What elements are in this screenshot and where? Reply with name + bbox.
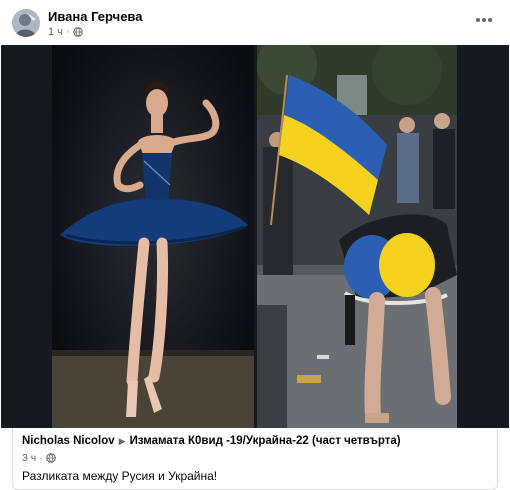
post-meta: 1 ч · (48, 26, 83, 38)
shared-author-name[interactable]: Nicholas Nicolov (22, 435, 115, 447)
facebook-post: Ивана Герчева 1 ч · Nicholas Nicolov ▶ И… (0, 0, 510, 490)
meta-separator: · (65, 26, 70, 38)
shared-post-text: Разликата между Русия и Украйна! (22, 469, 218, 483)
post-author-name[interactable]: Ивана Герчева (48, 9, 142, 24)
triangle-right-icon: ▶ (118, 435, 126, 446)
ballerina-photo (52, 45, 254, 428)
meta-separator: · (39, 452, 43, 464)
more-options-icon[interactable] (472, 12, 496, 28)
post-media[interactable] (1, 45, 509, 428)
group-name-link[interactable]: Измамата К0вид -19/Украйна-22 (част четв… (130, 435, 401, 447)
shared-post-time[interactable]: 3 ч (22, 452, 36, 464)
post-header: Ивана Герчева 1 ч · (0, 0, 510, 44)
globe-icon (72, 27, 83, 37)
globe-icon (45, 453, 56, 463)
shared-post-header: Nicholas Nicolov ▶ Измамата К0вид -19/Ук… (22, 435, 401, 447)
shared-post-meta: 3 ч · (22, 452, 56, 464)
post-time[interactable]: 1 ч (48, 26, 63, 38)
shared-post-attachment[interactable]: Nicholas Nicolov ▶ Измамата К0вид -19/Ук… (12, 428, 498, 490)
street-crowd-flag-photo (257, 45, 457, 428)
author-avatar[interactable] (12, 9, 40, 37)
